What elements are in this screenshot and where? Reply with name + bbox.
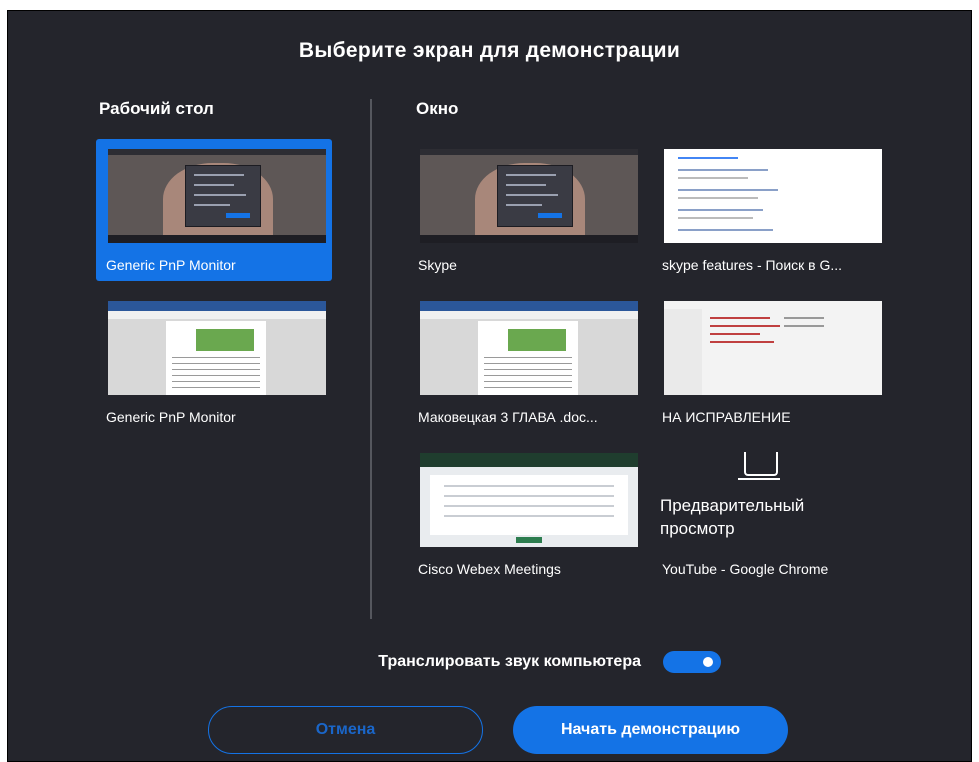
share-audio-row: Транслировать звук компьютера xyxy=(8,651,971,675)
preview-placeholder: Предварительный просмотр xyxy=(660,448,880,558)
screen-thumbnail xyxy=(108,301,326,395)
window-word-document-tile[interactable]: Маковецкая 3 ГЛАВА .doc... xyxy=(408,291,644,433)
window-skype-tile[interactable]: Skype xyxy=(408,139,644,281)
window-explorer-tile[interactable]: НА ИСПРАВЛЕНИЕ xyxy=(652,291,888,433)
tile-label: Cisco Webex Meetings xyxy=(418,561,561,577)
preview-text: Предварительный просмотр xyxy=(660,496,805,538)
tile-label: Generic PnP Monitor xyxy=(106,257,236,273)
cancel-button[interactable]: Отмена xyxy=(208,706,483,754)
tile-label: Skype xyxy=(418,257,457,273)
desktop-section-label: Рабочий стол xyxy=(99,99,214,118)
window-thumbnail xyxy=(420,149,638,243)
desktop-monitor-1-tile[interactable]: Generic PnP Monitor xyxy=(96,139,332,281)
desktop-monitor-2-tile[interactable]: Generic PnP Monitor xyxy=(96,291,332,433)
tile-label: YouTube - Google Chrome xyxy=(662,561,829,577)
tile-label: Generic PnP Monitor xyxy=(106,409,236,425)
section-divider xyxy=(370,99,372,619)
monitor-base-icon xyxy=(738,478,780,480)
screen-share-dialog: Выберите экран для демонстрации Рабочий … xyxy=(7,10,972,762)
window-thumbnail xyxy=(420,453,638,547)
tile-label: НА ИСПРАВЛЕНИЕ xyxy=(662,409,791,425)
dialog-title: Выберите экран для демонстрации xyxy=(298,39,681,62)
share-audio-toggle[interactable] xyxy=(663,651,721,673)
window-thumbnail xyxy=(420,301,638,395)
share-audio-label: Транслировать звук компьютера xyxy=(378,653,641,670)
start-sharing-button[interactable]: Начать демонстрацию xyxy=(513,706,788,754)
tile-label: Маковецкая 3 ГЛАВА .doc... xyxy=(418,409,598,425)
window-section-label: Окно xyxy=(416,99,459,118)
screen-thumbnail xyxy=(108,149,326,243)
window-thumbnail xyxy=(664,301,882,395)
window-google-search-tile[interactable]: skype features - Поиск в G... xyxy=(652,139,888,281)
window-thumbnail xyxy=(664,149,882,243)
toggle-knob xyxy=(703,657,713,667)
tile-label: skype features - Поиск в G... xyxy=(662,257,843,273)
monitor-icon xyxy=(744,452,778,476)
window-webex-tile[interactable]: Cisco Webex Meetings xyxy=(408,443,644,585)
